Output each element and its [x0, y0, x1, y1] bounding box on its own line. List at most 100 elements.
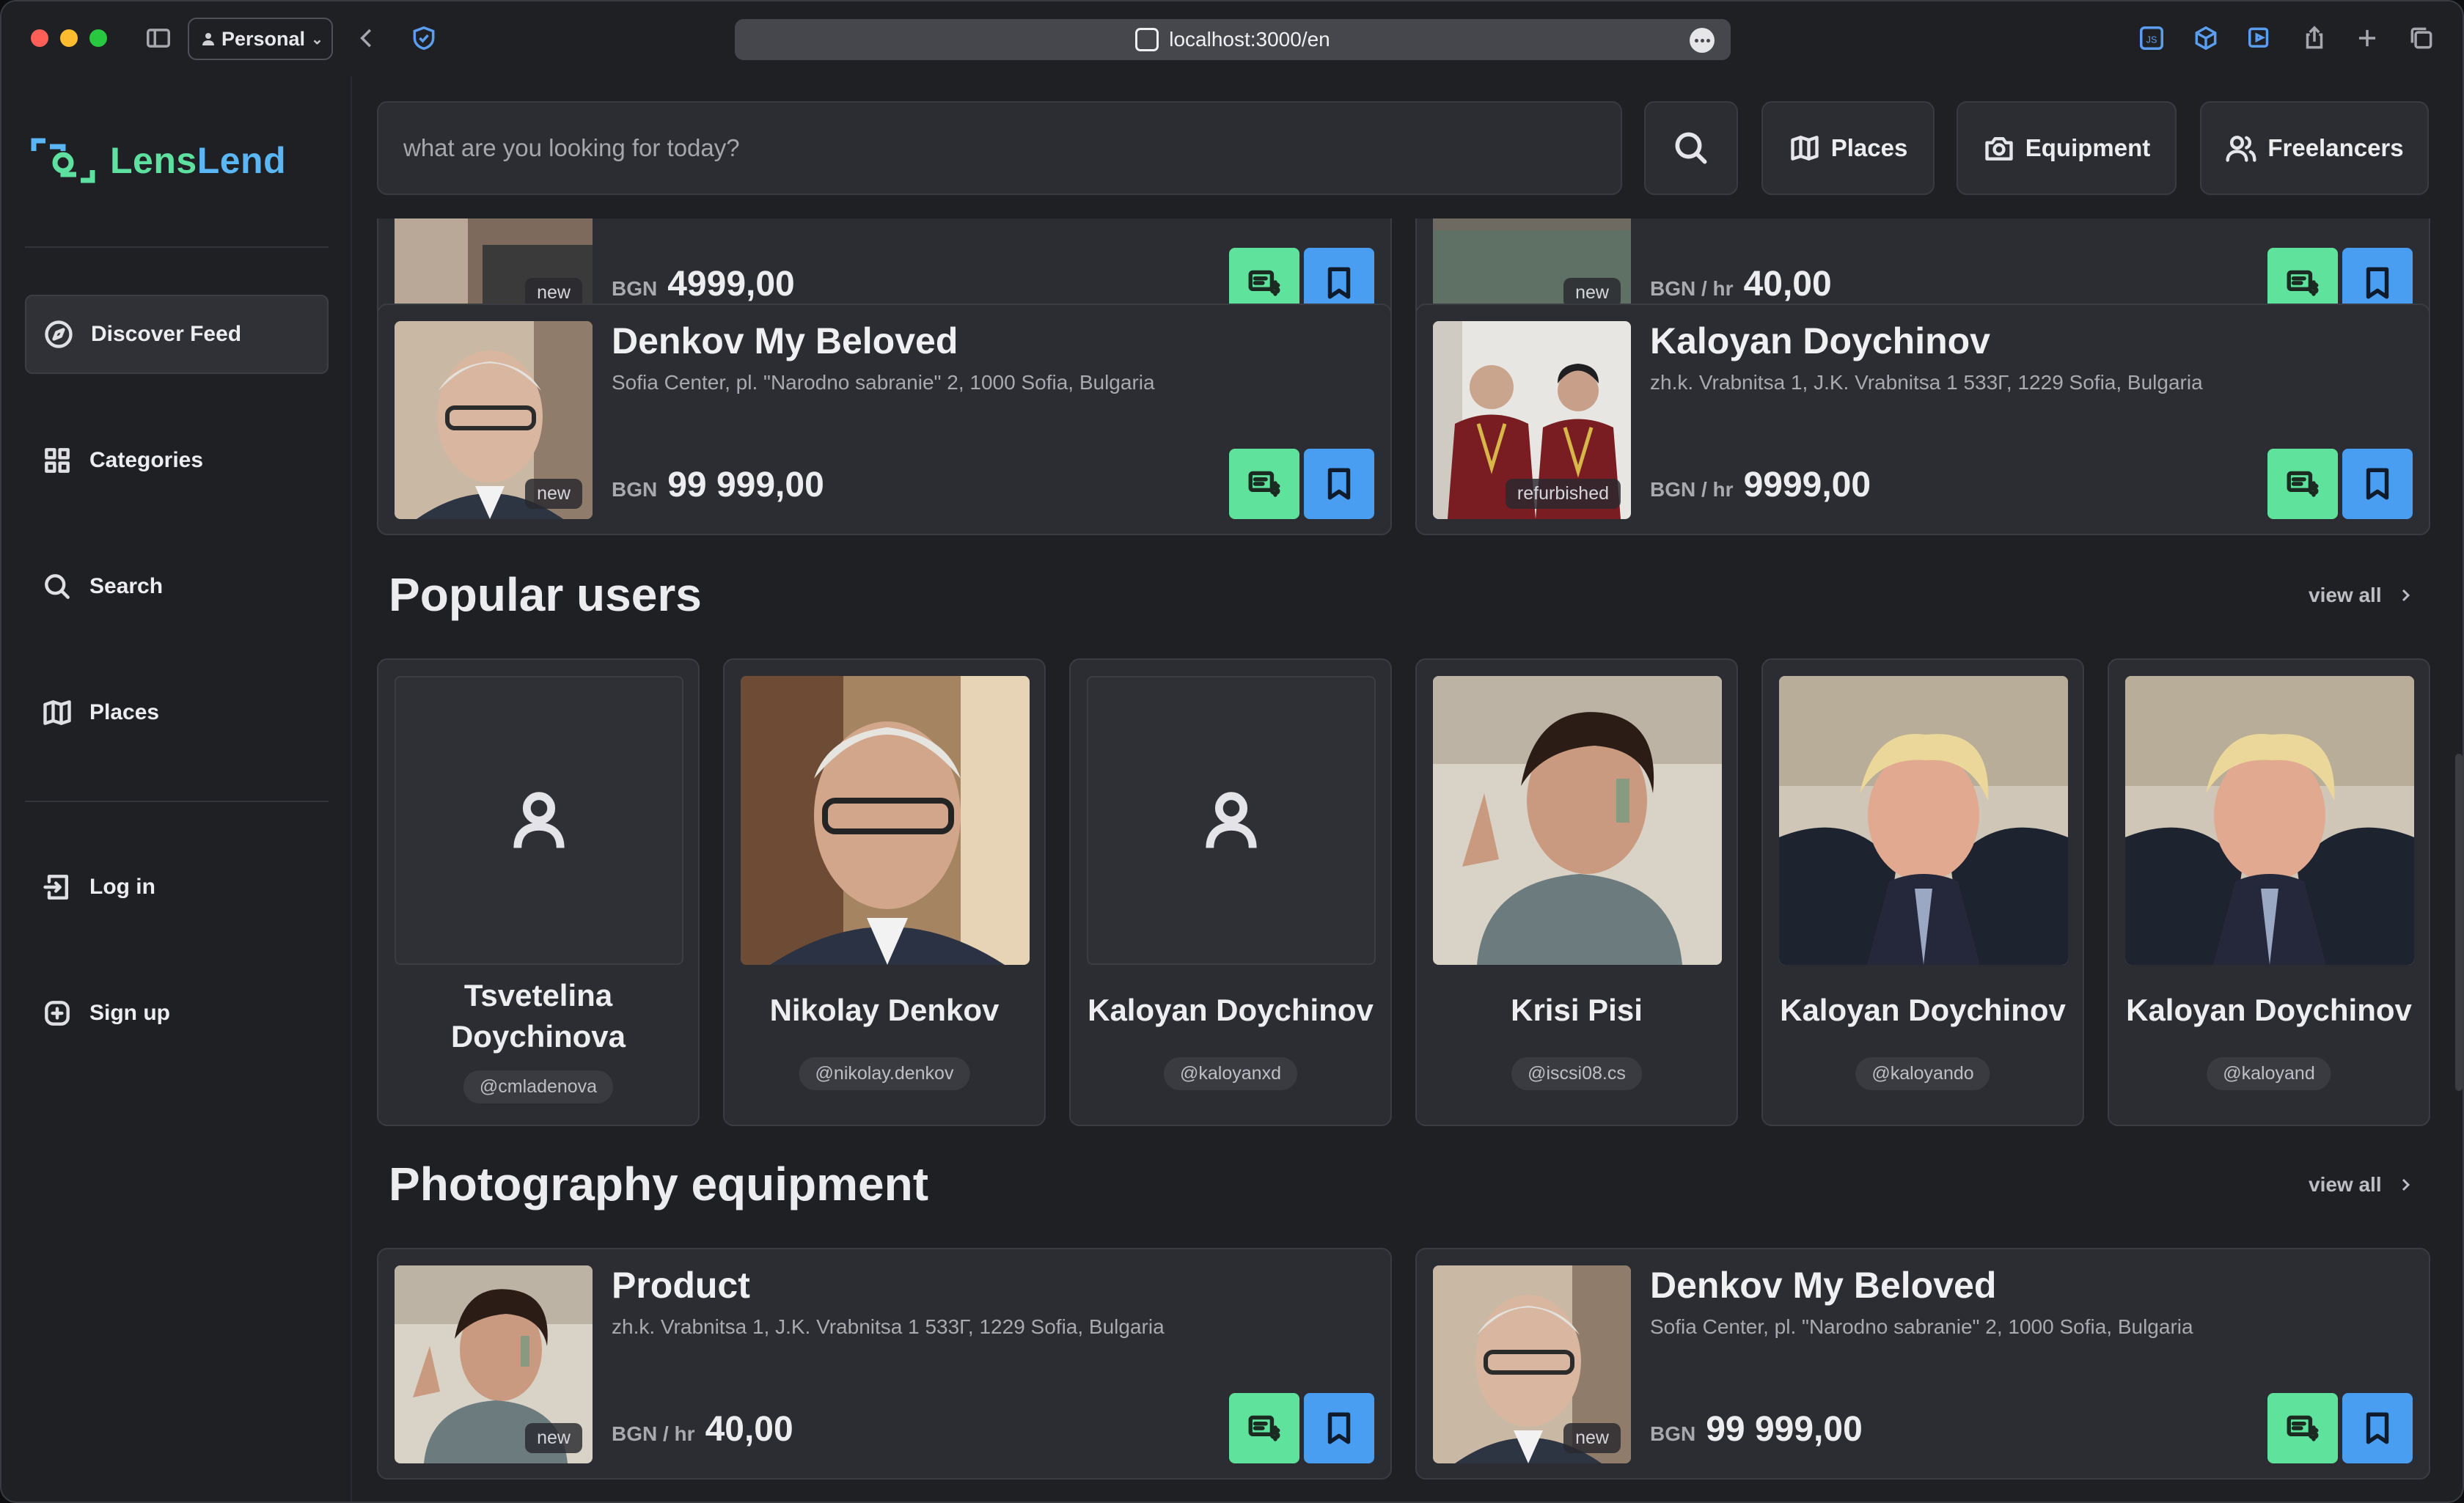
- places-button-label: Places: [1830, 134, 1908, 161]
- photography-equipment-view-all-link[interactable]: view all: [2309, 1173, 2414, 1197]
- equipment-button-label: Equipment: [2025, 134, 2151, 161]
- compass-icon: [45, 320, 73, 348]
- plus-circle-icon: [45, 1001, 70, 1026]
- tab-overview-icon[interactable]: [2404, 21, 2439, 56]
- user-card[interactable]: Kaloyan Doychinov @kaloyand: [2108, 658, 2430, 1126]
- profile-label: Personal: [221, 27, 306, 50]
- new-tab-icon[interactable]: [2350, 21, 2385, 56]
- user-card[interactable]: Krisi Pisi @iscsi08.cs: [1415, 658, 1738, 1126]
- media-extension-icon[interactable]: [2243, 21, 2278, 56]
- product-title[interactable]: Product: [612, 1264, 750, 1307]
- popular-users-view-all-link[interactable]: view all: [2309, 584, 2414, 607]
- avatar-placeholder: [1087, 676, 1376, 965]
- sidebar-toggle-icon[interactable]: [141, 21, 176, 56]
- product-address: Sofia Center, pl. "Narodno sabranie" 2, …: [1650, 1315, 2193, 1338]
- user-name: Kaloyan Doychinov: [1780, 993, 2066, 1027]
- more-options-icon[interactable]: [1690, 28, 1715, 53]
- bookmark-button[interactable]: [1304, 1393, 1374, 1463]
- equipment-button[interactable]: Equipment: [1957, 101, 2177, 195]
- bookmark-button[interactable]: [1304, 449, 1374, 519]
- product-card[interactable]: new Denkov My Beloved Sofia Center, pl. …: [377, 304, 1392, 535]
- search-input[interactable]: [377, 101, 1622, 195]
- price-amount: 99 999,00: [1706, 1410, 1863, 1449]
- rent-button[interactable]: [1229, 1393, 1299, 1463]
- page-scrollbar[interactable]: [2455, 754, 2463, 1091]
- user-name: Tsvetelina Doychinova: [450, 978, 626, 1054]
- map-icon: [43, 700, 71, 725]
- price: BGN 99 999,00: [1650, 1409, 1863, 1449]
- login-icon: [43, 875, 69, 900]
- share-icon[interactable]: [2297, 21, 2332, 56]
- places-button[interactable]: Places: [1761, 101, 1935, 195]
- sidebar-item-label: Log in: [89, 875, 155, 899]
- user-card[interactable]: Kaloyan Doychinov @kaloyando: [1761, 658, 2084, 1126]
- sidebar-item-categories[interactable]: Categories: [25, 421, 329, 500]
- product-title[interactable]: Denkov My Beloved: [1650, 1264, 1996, 1307]
- user-name: Kaloyan Doychinov: [1088, 993, 1374, 1027]
- brand-logo[interactable]: LensLend: [29, 136, 286, 185]
- sidebar-divider: [25, 801, 329, 802]
- rent-button[interactable]: [2267, 449, 2338, 519]
- price-currency: BGN / hr: [1650, 277, 1734, 300]
- price-currency: BGN / hr: [612, 1422, 695, 1445]
- rent-receipt-icon: [2287, 270, 2319, 296]
- avatar: [741, 676, 1030, 965]
- sidebar-item-label: Categories: [89, 448, 204, 472]
- back-icon[interactable]: [349, 21, 384, 56]
- browser-toolbar: Personal ⌄ localhost:3000/en JS: [1, 1, 2463, 76]
- browser-window: Personal ⌄ localhost:3000/en JS LensLend…: [0, 0, 2464, 1503]
- product-card[interactable]: refurbished Kaloyan Doychinov zh.k. Vrab…: [1415, 304, 2430, 535]
- bookmark-button[interactable]: [2342, 1393, 2413, 1463]
- view-all-label: view all: [2309, 584, 2382, 606]
- sidebar-item-label: Search: [89, 574, 164, 598]
- sidebar-item-sign-up[interactable]: Sign up: [25, 974, 329, 1053]
- user-handle: @iscsi08.cs: [1511, 1057, 1642, 1090]
- sidebar-item-log-in[interactable]: Log in: [25, 848, 329, 927]
- user-placeholder-icon: [1206, 792, 1257, 848]
- user-card[interactable]: Kaloyan Doychinov @kaloyanxd: [1069, 658, 1392, 1126]
- sidebar-item-places[interactable]: Places: [25, 673, 329, 752]
- sidebar-item-discover-feed[interactable]: Discover Feed: [25, 295, 329, 374]
- freelancers-button[interactable]: Freelancers: [2200, 101, 2429, 195]
- condition-badge: refurbished: [1505, 479, 1621, 509]
- product-card[interactable]: new Denkov My Beloved Sofia Center, pl. …: [1415, 1248, 2430, 1480]
- rent-receipt-icon: [1248, 1415, 1280, 1441]
- user-card[interactable]: Nikolay Denkov @nikolay.denkov: [723, 658, 1046, 1126]
- user-name: Kaloyan Doychinov: [2126, 993, 2412, 1027]
- chevron-down-icon: ⌄: [311, 31, 323, 48]
- svg-text:JS: JS: [2146, 34, 2157, 45]
- bookmark-icon: [2366, 468, 2389, 500]
- shield-icon[interactable]: [406, 21, 441, 56]
- condition-badge: new: [525, 1423, 582, 1453]
- minimize-window-button[interactable]: [60, 29, 78, 47]
- address-bar[interactable]: localhost:3000/en: [735, 19, 1731, 60]
- bookmark-button[interactable]: [2342, 449, 2413, 519]
- user-handle: @kaloyanxd: [1164, 1057, 1297, 1090]
- main-feed[interactable]: new BGN 4999,00 new BGN / hr 40,00 new D…: [353, 218, 2463, 1502]
- price-currency: BGN: [612, 478, 658, 501]
- product-address: zh.k. Vrabnitsa 1, J.K. Vrabnitsa 1 533Г…: [612, 1315, 1165, 1338]
- sidebar-item-search[interactable]: Search: [25, 547, 329, 626]
- price: BGN / hr 40,00: [1650, 264, 1832, 304]
- price: BGN / hr 9999,00: [1650, 465, 1871, 505]
- brand-name-lens: Lens: [110, 140, 197, 181]
- rent-button[interactable]: [2267, 1393, 2338, 1463]
- brand-name: LensLend: [110, 139, 286, 182]
- product-title[interactable]: Denkov My Beloved: [612, 320, 958, 362]
- product-title[interactable]: Kaloyan Doychinov: [1650, 320, 1990, 362]
- js-extension-icon[interactable]: JS: [2134, 21, 2169, 56]
- close-window-button[interactable]: [31, 29, 48, 47]
- popular-users-heading: Popular users: [389, 568, 702, 621]
- product-card[interactable]: new Product zh.k. Vrabnitsa 1, J.K. Vrab…: [377, 1248, 1392, 1480]
- maximize-window-button[interactable]: [89, 29, 107, 47]
- rent-button[interactable]: [1229, 449, 1299, 519]
- search-submit-button[interactable]: [1644, 101, 1738, 195]
- price: BGN 4999,00: [612, 264, 795, 304]
- rent-receipt-icon: [1248, 471, 1280, 497]
- price-amount: 40,00: [1743, 265, 1832, 304]
- lens-logo-icon: [31, 138, 95, 183]
- cube-extension-icon[interactable]: [2188, 21, 2223, 56]
- user-handle: @cmladenova: [463, 1070, 614, 1103]
- profile-switcher[interactable]: Personal ⌄: [188, 18, 333, 60]
- user-card[interactable]: Tsvetelina Doychinova @cmladenova: [377, 658, 700, 1126]
